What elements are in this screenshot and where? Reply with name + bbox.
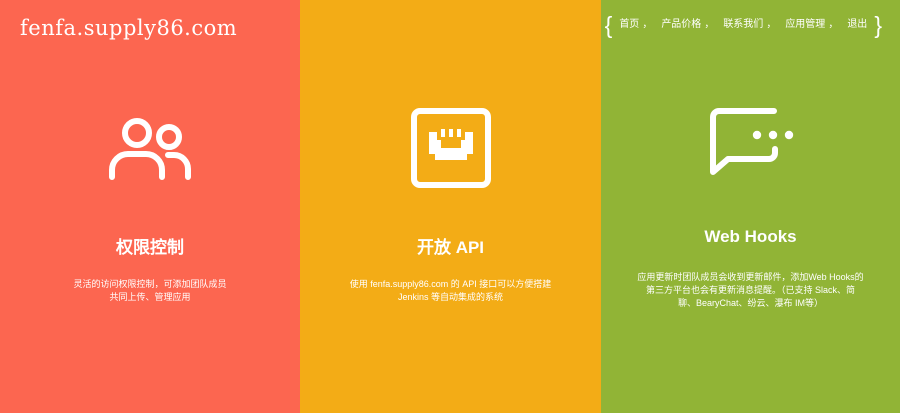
nav-item-contact[interactable]: 联系我们 [720, 12, 766, 38]
feature-desc-line: 应用更新时团队成员会收到更新邮件，添加Web Hooks的 [637, 272, 864, 282]
feature-panel-webhooks: { 首页 ， 产品价格 ， 联系我们 ， 应用管理 ， 退出 } Web Hoo… [601, 0, 900, 413]
nav-links: 首页 ， 产品价格 ， 联系我们 ， 应用管理 ， 退出 [612, 12, 874, 38]
nav-item-logout[interactable]: 退出 [844, 12, 870, 38]
feature-desc-line: 使用 fenfa.supply86.com 的 API 接口可以方便搭建 [349, 279, 552, 289]
feature-description: 使用 fenfa.supply86.com 的 API 接口可以方便搭建 Jen… [300, 278, 601, 304]
feature-desc-line: 第三方平台也会有更新消息提醒。（已支持 Slack、简 [645, 285, 855, 295]
nav-separator: ， [828, 19, 839, 30]
nav-separator: ， [642, 19, 653, 30]
site-logo[interactable]: fenfa.supply86.com [20, 16, 237, 40]
nav-item-pricing[interactable]: 产品价格 [658, 12, 704, 38]
ethernet-port-icon [300, 107, 601, 189]
feature-desc-line: 共同上传、管理应用 [109, 292, 191, 302]
chat-bubble-icon [601, 106, 900, 178]
feature-title: 权限控制 [116, 238, 184, 257]
feature-desc-line: Jenkins 等自动集成的系统 [397, 292, 504, 302]
top-nav: { 首页 ， 产品价格 ， 联系我们 ， 应用管理 ， 退出 } [605, 12, 882, 38]
nav-item-home[interactable]: 首页 [616, 12, 642, 38]
nav-separator: ， [704, 19, 715, 30]
nav-item-app-management[interactable]: 应用管理 [782, 12, 828, 38]
users-icon [0, 116, 300, 182]
feature-desc-line: 灵活的访问权限控制，可添加团队成员 [73, 279, 227, 289]
feature-panel-api: 开放 API 使用 fenfa.supply86.com 的 API 接口可以方… [300, 0, 601, 413]
feature-desc-line: 聊、BearyChat、纷云、瀑布 IM等） [677, 298, 824, 308]
nav-brace-close: } [874, 12, 882, 38]
feature-description: 灵活的访问权限控制，可添加团队成员 共同上传、管理应用 [0, 278, 300, 304]
nav-brace-open: { [604, 12, 613, 38]
feature-title: Web Hooks [704, 227, 797, 246]
feature-panel-permissions: fenfa.supply86.com 权限控制 灵活的访问权限控制，可添加团队成… [0, 0, 300, 413]
feature-panels: fenfa.supply86.com 权限控制 灵活的访问权限控制，可添加团队成… [0, 0, 900, 413]
feature-title: 开放 API [416, 238, 485, 257]
feature-description: 应用更新时团队成员会收到更新邮件，添加Web Hooks的 第三方平台也会有更新… [601, 271, 900, 310]
nav-separator: ， [766, 19, 777, 30]
